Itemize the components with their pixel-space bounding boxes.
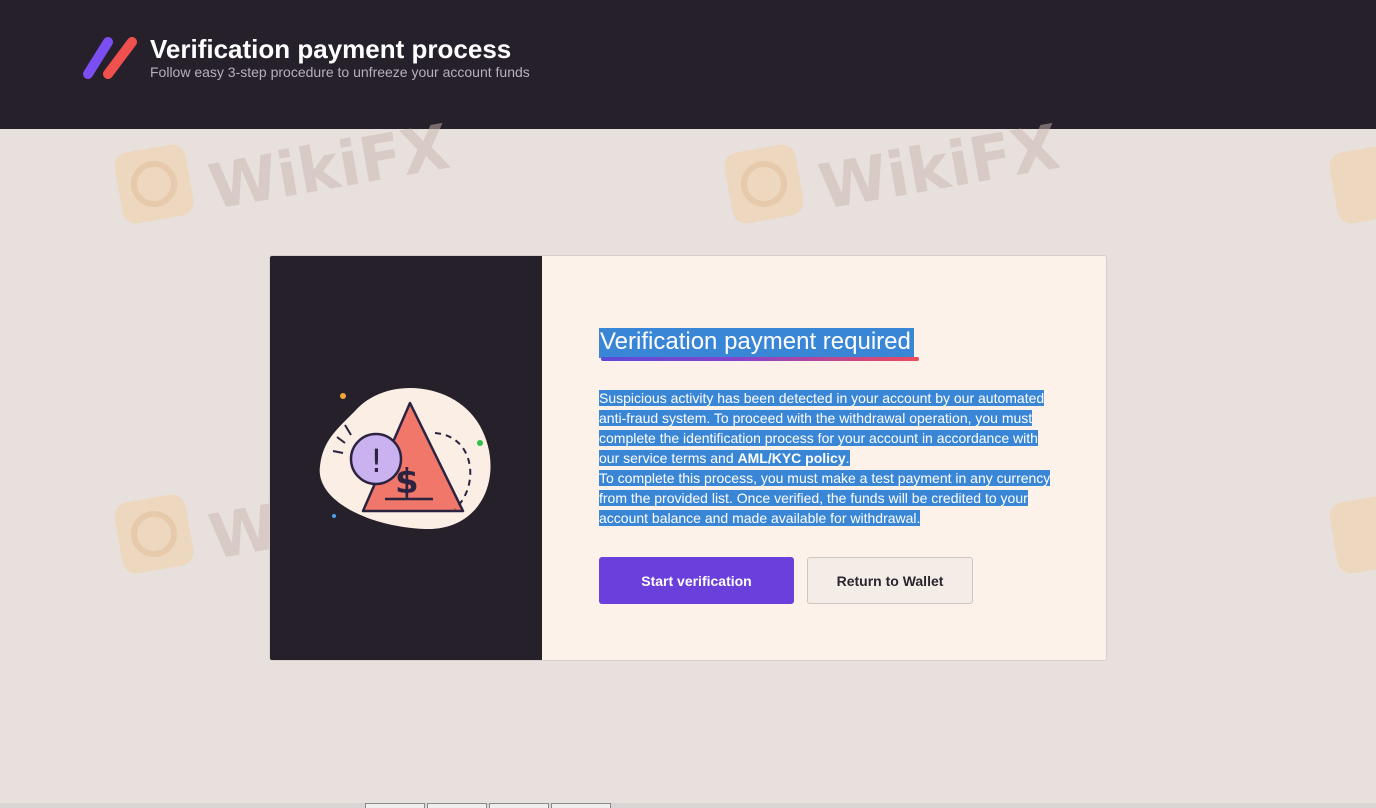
watermark-text: WikiFX — [204, 110, 450, 224]
bottom-tab[interactable] — [365, 803, 425, 808]
wikifx-watermark — [1329, 494, 1376, 574]
title-underline — [601, 357, 919, 361]
illustration-panel: $ ! — [270, 256, 542, 660]
wikifx-watermark — [1329, 144, 1376, 224]
watermark-text: WikiFX — [814, 110, 1060, 224]
bottom-tab[interactable] — [551, 803, 611, 808]
wikifx-watermark: WikiFX — [724, 110, 1060, 224]
bottom-tab[interactable] — [427, 803, 487, 808]
card-title: Verification payment required — [599, 328, 914, 358]
page-subtitle: Follow easy 3-step procedure to unfreeze… — [150, 64, 530, 80]
warning-dollar-icon: $ ! — [319, 388, 491, 530]
bottom-tab[interactable] — [489, 803, 549, 808]
svg-text:!: ! — [370, 442, 383, 480]
return-to-wallet-button[interactable]: Return to Wallet — [807, 557, 973, 604]
paragraph2-text: To complete this process, you must make … — [599, 470, 1051, 526]
brand-logo-icon — [83, 37, 137, 79]
wikifx-watermark: WikiFX — [114, 110, 450, 224]
aml-kyc-policy-text: AML/KYC policy — [737, 450, 846, 466]
content-panel: Verification payment required Suspicious… — [542, 256, 1106, 660]
page-title: Verification payment process — [150, 34, 512, 64]
description-text: Suspicious activity has been detected in… — [599, 388, 1059, 528]
verification-card: $ ! Verification payment required Suspic… — [269, 255, 1107, 661]
paragraph1-suffix: . — [845, 450, 850, 466]
bottom-strip — [0, 803, 1376, 808]
start-verification-button[interactable]: Start verification — [599, 557, 794, 604]
